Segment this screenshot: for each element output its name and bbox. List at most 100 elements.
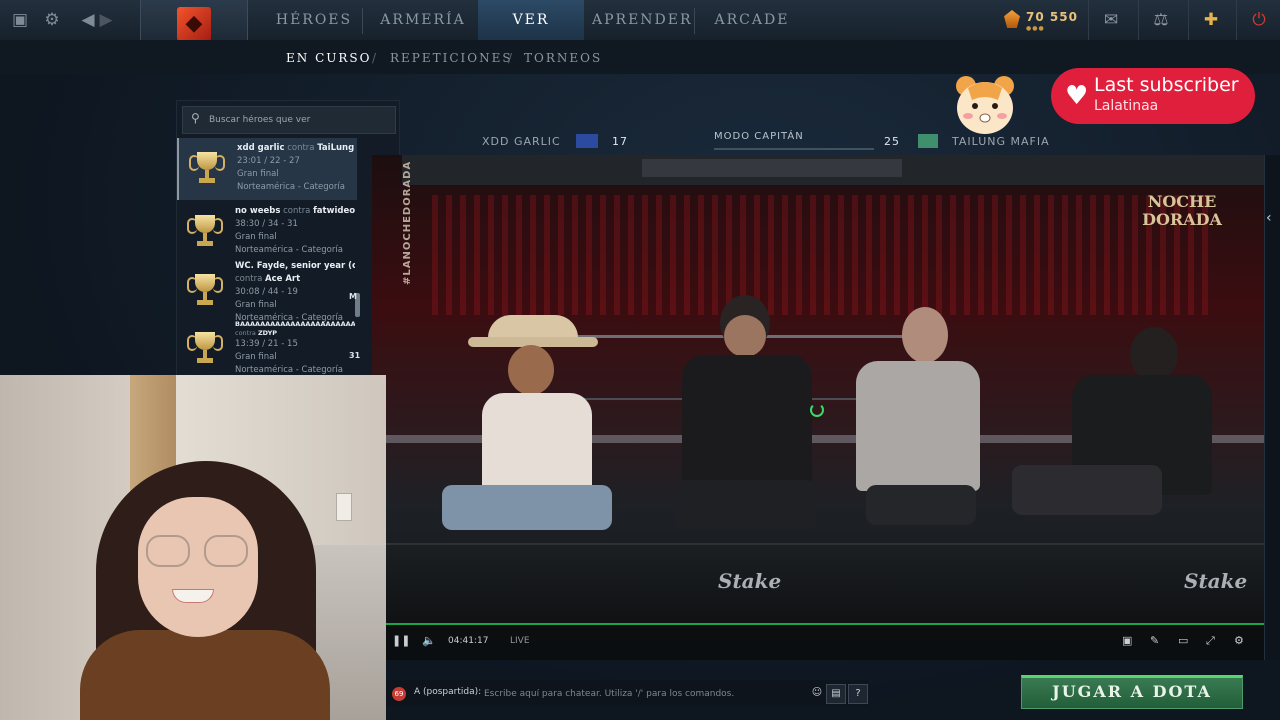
tab-tournaments[interactable]: TORNEOS [524, 51, 602, 65]
trophy-icon [187, 215, 223, 249]
hero-search[interactable]: ⚲ [182, 106, 396, 134]
help-button[interactable]: ? [848, 684, 868, 704]
pause-icon[interactable]: ❚❚ [392, 634, 410, 647]
video-vertical-text: #LANOCHEDORADA [402, 160, 413, 285]
chat-wheel-icon[interactable]: ▤ [826, 684, 846, 704]
emoji-icon[interactable]: ☺ [808, 684, 826, 702]
nav-watch[interactable]: VER [478, 0, 584, 40]
person-guest [842, 305, 992, 545]
webcam-light-switch [336, 493, 352, 521]
versus-label: contra [235, 274, 263, 284]
nav-heroes[interactable]: HÉROES [270, 0, 358, 40]
team-1: no weebs [235, 206, 281, 216]
match-stage: Gran final [235, 352, 277, 362]
nav-separator [362, 8, 363, 34]
webcam-person-face [138, 497, 258, 637]
gear-icon[interactable]: ⚙ [42, 10, 62, 30]
list-peek-text: M [349, 292, 357, 301]
list-item[interactable]: xdd garlic contra TaiLung 23:01 / 22 - 2… [177, 138, 357, 200]
match-score: 30:08 / 44 - 19 [235, 287, 298, 297]
power-icon[interactable]: ⏻ [1236, 0, 1280, 40]
clip-icon[interactable]: ✎ [1150, 634, 1159, 647]
dota-logo-button[interactable]: ◆ [140, 0, 248, 44]
heart-icon: ♥ [1065, 81, 1089, 111]
webcam-person-sweater [80, 630, 330, 720]
nav-learn[interactable]: APRENDER [592, 0, 691, 40]
team-1: BAAAAAAAAAAAAAAAAAAAAAAAAAAAill [235, 320, 355, 328]
match-info: xdd garlic contra TaiLung 23:01 / 22 - 2… [237, 142, 357, 194]
pip-icon[interactable]: ▣ [1122, 634, 1132, 647]
shards-dots: ●●● [1026, 25, 1045, 32]
fullscreen-icon[interactable]: ⤢ [1206, 634, 1215, 648]
chat-input[interactable] [482, 684, 806, 704]
subscriber-alert-title: Last subscriber [1094, 74, 1239, 96]
header-score-left: 17 [612, 135, 628, 148]
sponsor-logo: Stake [718, 569, 782, 593]
team-left-logo-icon [576, 134, 598, 148]
webcam-feed [0, 375, 386, 720]
theater-icon[interactable]: ▭ [1178, 634, 1188, 647]
person-host [662, 295, 832, 545]
team-2: ZDYP [257, 329, 278, 337]
live-label: LIVE [510, 636, 530, 646]
noche-dorada-logo: NOCHE DORADA [1142, 192, 1222, 229]
tab-live[interactable]: EN CURSO [286, 51, 371, 65]
subscriber-name: Lalatinaa [1094, 98, 1159, 114]
nav-arcade[interactable]: ARCADE [710, 0, 794, 40]
team-right-logo-icon [918, 134, 938, 148]
team-1: xdd garlic [237, 143, 285, 153]
team-1: WC. Fayde, senior year (cc [235, 261, 355, 271]
chevron-left-icon[interactable]: ‹ [1266, 210, 1272, 226]
tab-replays[interactable]: REPETICIONES [390, 51, 513, 65]
forward-arrow-icon[interactable]: ▶ [96, 10, 116, 30]
video-time: 04:41:17 [448, 636, 489, 646]
mail-icon[interactable]: ✉ [1088, 0, 1133, 40]
tab-separator: / [508, 51, 513, 65]
side-panel-edge [1264, 155, 1280, 660]
versus-label: contra [235, 329, 256, 337]
webcam-glasses [146, 535, 252, 567]
volume-icon[interactable]: 🔈 [422, 634, 436, 647]
nav-separator [694, 8, 695, 34]
back-arrow-icon[interactable]: ◀ [78, 10, 98, 30]
video-top-banner [402, 155, 1264, 185]
list-item[interactable]: WC. Fayde, senior year (cc contra Ace Ar… [177, 256, 355, 325]
shards-amount: 70 550 [1026, 10, 1078, 24]
match-stage: Gran final [235, 300, 277, 310]
dashboard-icon[interactable]: ▣ [10, 10, 30, 30]
video-controls: ❚❚ 🔈 04:41:17 LIVE ▣ ✎ ▭ ⤢ ⚙ [386, 625, 1264, 660]
trophy-icon [189, 152, 225, 186]
match-info: BAAAAAAAAAAAAAAAAAAAAAAAAAAAill contra Z… [235, 320, 355, 375]
play-dota-button[interactable]: JUGAR A DOTA [1021, 675, 1243, 709]
trophy-icon [187, 332, 223, 366]
armory-banner-icon[interactable]: ⚖ [1138, 0, 1183, 40]
person-analyst [1012, 325, 1222, 555]
top-bar: ▣ ⚙ ◀ ▶ ◆ HÉROES ARMERÍA VER APRENDER AR… [0, 0, 1280, 44]
list-item[interactable]: BAAAAAAAAAAAAAAAAAAAAAAAAAAAill contra Z… [177, 318, 355, 375]
subscriber-alert: ♥ Last subscriber Lalatinaa [1051, 68, 1255, 124]
tab-separator: / [372, 51, 377, 65]
match-info: WC. Fayde, senior year (cc contra Ace Ar… [235, 260, 355, 325]
match-region: Norteamérica - Categoría [235, 365, 343, 375]
trophy-icon [187, 274, 223, 308]
hamster-emote [956, 76, 1014, 134]
plus-icon[interactable]: ✚ [1188, 0, 1233, 40]
game-mode-underline [714, 148, 874, 150]
nav-armory[interactable]: ARMERÍA [376, 0, 470, 40]
chat-badge: 69 [392, 687, 406, 701]
game-mode-label: MODO CAPITÁN [714, 131, 804, 142]
dota-logo-icon: ◆ [177, 7, 211, 41]
search-icon: ⚲ [191, 111, 200, 125]
versus-label: contra [287, 143, 315, 153]
settings-icon[interactable]: ⚙ [1234, 634, 1244, 647]
search-input[interactable] [207, 110, 391, 130]
list-item[interactable]: no weebs contra fatwideo 38:30 / 34 - 31… [177, 201, 355, 263]
match-score: 13:39 / 21 - 15 [235, 339, 298, 349]
person-cowboy [432, 315, 622, 555]
match-score: 23:01 / 22 - 27 [237, 156, 300, 166]
header-team-left: XDD GARLIC [482, 135, 561, 148]
match-info: no weebs contra fatwideo 38:30 / 34 - 31… [235, 205, 355, 257]
chat-channel-label: A (pospartida): [414, 687, 482, 697]
team-2: fatwideo [313, 206, 355, 216]
stream-video[interactable]: #LANOCHEDORADA NOCHE DORADA Stake Stake … [372, 155, 1264, 660]
